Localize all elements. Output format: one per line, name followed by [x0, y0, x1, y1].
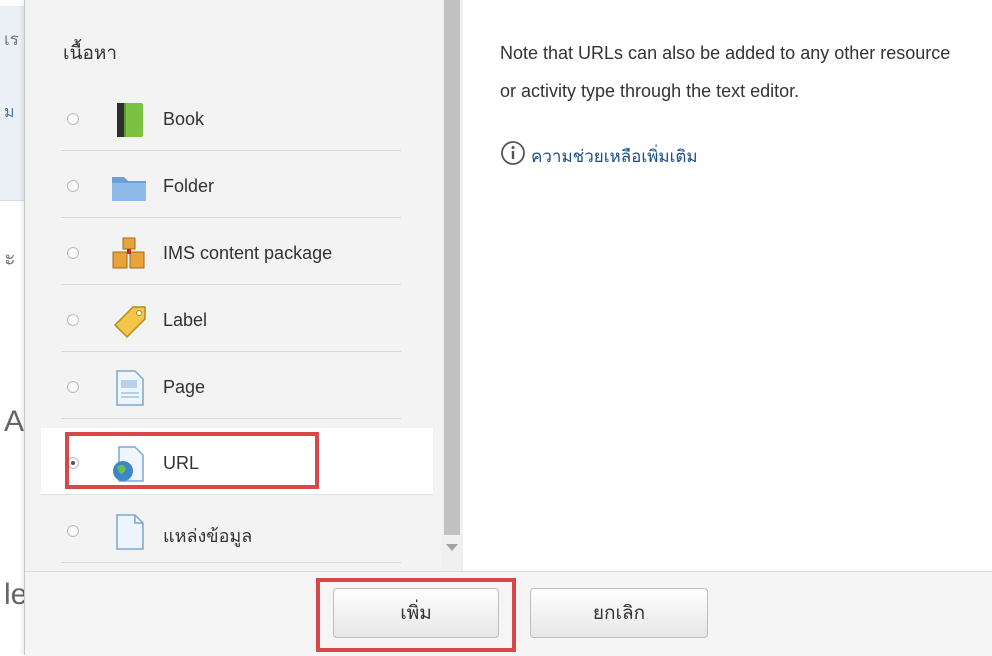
page-icon: [116, 370, 144, 406]
option-resource-file[interactable]: แหล่งข้อมูล: [61, 496, 401, 563]
info-icon: [501, 141, 525, 165]
radio-label[interactable]: [67, 314, 79, 326]
book-icon: [117, 103, 143, 137]
cancel-button[interactable]: ยกเลิก: [530, 588, 708, 638]
option-label: Book: [163, 109, 205, 129]
radio-book[interactable]: [67, 113, 79, 125]
option-label: แหล่งข้อมูล: [163, 526, 253, 546]
option-page[interactable]: Page: [61, 352, 401, 419]
option-label: Label: [163, 310, 208, 330]
ims-package-icon: [112, 237, 145, 269]
background-link-text: ม: [4, 104, 15, 121]
radio-folder[interactable]: [67, 180, 79, 192]
background-heading-text: A: [4, 405, 25, 438]
radio-page[interactable]: [67, 381, 79, 393]
option-book[interactable]: Book: [61, 84, 401, 151]
radio-resource-file[interactable]: [67, 525, 79, 537]
add-button-highlight-box: [316, 578, 516, 652]
file-icon: [116, 514, 144, 550]
label-tag-icon: [113, 306, 146, 339]
scroll-down-arrow-icon[interactable]: [446, 544, 458, 551]
help-panel: Note that URLs can also be added to any …: [500, 0, 992, 571]
url-highlight-box: [65, 432, 319, 489]
background-text: ะ: [4, 245, 16, 270]
section-title: เนื้อหา: [63, 43, 118, 64]
activity-chooser-dialog: เนื้อหา Book Folder IMS content package …: [24, 0, 992, 656]
folder-icon: [112, 177, 146, 201]
scrollbar-thumb[interactable]: [444, 0, 460, 535]
option-label[interactable]: Label: [61, 285, 401, 352]
help-description: Note that URLs can also be added to any …: [500, 43, 951, 101]
radio-ims-content-package[interactable]: [67, 247, 79, 259]
more-help-link[interactable]: ความช่วยเหลือเพิ่มเติม: [531, 143, 698, 170]
background-text: เร: [4, 30, 19, 49]
dialog-footer: เพิ่ม ยกเลิก: [25, 571, 992, 656]
option-folder[interactable]: Folder: [61, 151, 401, 218]
options-scrollbar[interactable]: [441, 0, 463, 571]
option-label: Folder: [163, 176, 215, 196]
option-ims-content-package[interactable]: IMS content package: [61, 218, 401, 285]
option-label: IMS content package: [163, 243, 333, 263]
option-label: Page: [163, 377, 206, 397]
